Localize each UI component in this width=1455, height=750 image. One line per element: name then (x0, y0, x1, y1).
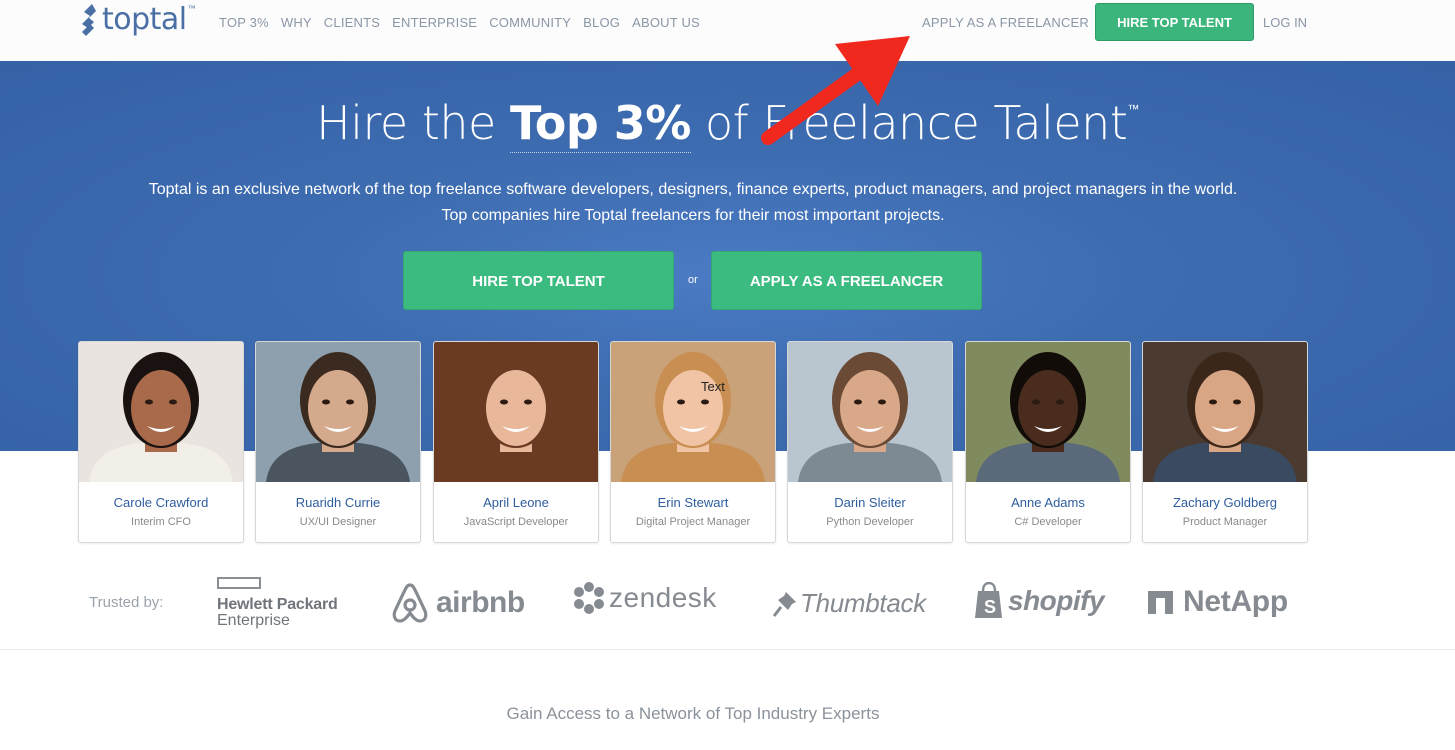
toptal-logo[interactable]: toptal ™ (78, 2, 196, 38)
talent-role: Product Manager (1182, 516, 1268, 528)
talent-name[interactable]: Anne Adams (966, 495, 1130, 510)
hero-subtitle-line-1: Toptal is an exclusive network of the to… (148, 181, 1238, 198)
netapp-mark-icon (1148, 591, 1173, 614)
portrait-icon (798, 352, 942, 482)
nav-enterprise[interactable]: ENTERPRISE (392, 15, 477, 30)
logo-trademark: ™ (187, 4, 196, 13)
login-link[interactable]: LOG IN (1263, 15, 1307, 30)
talent-role: UX/UI Designer (299, 516, 377, 528)
portrait-icon (444, 352, 588, 482)
talent-name[interactable]: Zachary Goldberg (1143, 495, 1307, 510)
talent-card[interactable]: Text Erin Stewart Digital Project Manager (610, 341, 776, 543)
talent-card[interactable]: Zachary Goldberg Product Manager (1142, 341, 1308, 543)
hpe-logo: Hewlett Packard Enterprise (217, 576, 338, 630)
portrait-icon (621, 352, 765, 482)
talent-name[interactable]: Carole Crawford (79, 495, 243, 510)
hpe-rectangle-icon (217, 577, 261, 589)
talent-photo (1143, 342, 1307, 482)
portrait-icon (976, 352, 1120, 482)
airbnb-logo: airbnb (390, 582, 525, 624)
trusted-by-label: Trusted by: (89, 594, 164, 611)
portrait-icon (266, 352, 410, 482)
network-section-title: Gain Access to a Network of Top Industry… (506, 704, 880, 723)
nav-about[interactable]: ABOUT US (632, 15, 700, 30)
talent-role: C# Developer (1014, 516, 1082, 528)
toptal-logo-icon (82, 4, 96, 36)
netapp-logo: NetApp (1147, 585, 1288, 619)
top-header: toptal ™ TOP 3% WHY CLIENTS ENTERPRISE C… (0, 0, 1455, 61)
talent-role: Interim CFO (131, 516, 191, 528)
talent-photo (966, 342, 1130, 482)
or-separator: or (688, 274, 698, 286)
hero-title-highlight: Top 3% (509, 96, 691, 153)
zendesk-flower-icon (574, 582, 604, 614)
talent-card[interactable]: Anne Adams C# Developer (965, 341, 1131, 543)
talent-name[interactable]: April Leone (434, 495, 598, 510)
apply-freelancer-link[interactable]: APPLY AS A FREELANCER (922, 15, 1089, 30)
hero-subtitle-line-2: Top companies hire Toptal freelancers fo… (441, 207, 945, 224)
zendesk-logo: zendesk (571, 580, 717, 616)
talent-card[interactable]: Ruaridh Currie UX/UI Designer (255, 341, 421, 543)
portrait-icon (1153, 352, 1297, 482)
talent-photo: Text (611, 342, 775, 482)
nav-community[interactable]: COMMUNITY (489, 15, 571, 30)
talent-card[interactable]: Darin Sleiter Python Developer (787, 341, 953, 543)
hire-top-talent-header-button[interactable]: HIRE TOP TALENT (1095, 3, 1254, 41)
nav-why[interactable]: WHY (281, 15, 312, 30)
nav-top3[interactable]: TOP 3% (219, 15, 269, 30)
talent-photo (256, 342, 420, 482)
talent-role: Python Developer (826, 516, 914, 528)
main-nav: TOP 3% WHY CLIENTS ENTERPRISE COMMUNITY … (219, 15, 712, 30)
talent-name[interactable]: Erin Stewart (611, 495, 775, 510)
thumbtack-pin-icon (772, 591, 796, 617)
logo-wordmark: toptal (102, 2, 187, 37)
talent-photo (788, 342, 952, 482)
svg-text:S: S (984, 597, 996, 617)
talent-role: Digital Project Manager (635, 516, 751, 528)
talent-role: JavaScript Developer (463, 516, 569, 528)
nav-blog[interactable]: BLOG (583, 15, 620, 30)
nav-clients[interactable]: CLIENTS (324, 15, 380, 30)
airbnb-belo-icon (392, 583, 428, 623)
portrait-icon (89, 352, 233, 482)
shopify-bag-icon: S (975, 582, 1002, 618)
talent-card[interactable]: Carole Crawford Interim CFO (78, 341, 244, 543)
talent-name[interactable]: Darin Sleiter (788, 495, 952, 510)
photo-text-overlay: Text (701, 379, 725, 394)
hire-top-talent-button[interactable]: HIRE TOP TALENT (403, 251, 674, 310)
section-divider (0, 649, 1455, 650)
talent-photo (434, 342, 598, 482)
talent-photo (79, 342, 243, 482)
talent-name[interactable]: Ruaridh Currie (256, 495, 420, 510)
talent-card[interactable]: April Leone JavaScript Developer (433, 341, 599, 543)
hero-title: Hire the Top 3% of Freelance Talent™ (0, 96, 1455, 153)
thumbtack-logo: Thumbtack (772, 588, 926, 619)
shopify-logo: S shopify (973, 582, 1105, 620)
apply-freelancer-button[interactable]: APPLY AS A FREELANCER (711, 251, 982, 310)
